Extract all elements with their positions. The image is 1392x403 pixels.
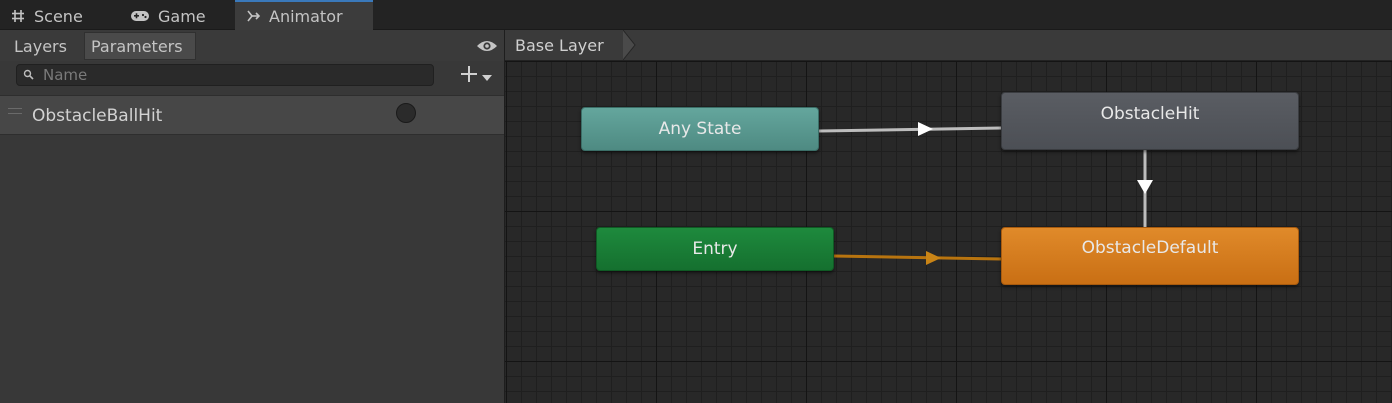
tab-animator-label: Animator	[269, 6, 343, 26]
breadcrumb-separator-icon	[623, 30, 636, 60]
transition-entry-to-obstacledefault	[833, 254, 1002, 261]
state-obstaclehit-label: ObstacleHit	[1100, 104, 1200, 124]
state-entry[interactable]: Entry	[596, 227, 834, 271]
breadcrumb-bar: Base Layer	[505, 30, 1392, 61]
state-any-state-label: Any State	[658, 119, 742, 139]
animator-graph-canvas[interactable]: Any State ObstacleHit Entry ObstacleDefa…	[505, 61, 1392, 403]
search-icon	[23, 69, 37, 81]
state-any-state[interactable]: Any State	[581, 107, 819, 151]
search-input[interactable]	[43, 66, 413, 84]
parameter-name[interactable]: ObstacleBallHit	[32, 106, 162, 126]
parameter-row[interactable]: ObstacleBallHit	[0, 95, 504, 135]
tab-scene-label: Scene	[34, 6, 83, 26]
state-obstacledefault[interactable]: ObstacleDefault	[1001, 227, 1299, 285]
state-entry-label: Entry	[692, 239, 738, 259]
window-tab-bar: Scene Game Animator	[0, 0, 1392, 30]
transition-arrow-icon	[926, 251, 941, 265]
tab-scene[interactable]: Scene	[0, 2, 112, 30]
tab-layers-label: Layers	[14, 36, 67, 56]
animator-icon	[245, 8, 261, 24]
drag-handle-icon[interactable]	[8, 108, 22, 114]
tab-parameters-label: Parameters	[91, 36, 183, 56]
tab-animator[interactable]: Animator	[235, 0, 373, 30]
state-obstacledefault-label: ObstacleDefault	[1081, 238, 1219, 258]
breadcrumb-base-layer: Base Layer	[515, 35, 604, 55]
eye-icon[interactable]	[476, 38, 498, 54]
search-field[interactable]	[16, 64, 434, 86]
trigger-toggle[interactable]	[396, 103, 416, 123]
transition-arrow-icon	[918, 122, 933, 136]
parameter-search-row	[0, 61, 504, 91]
hash-icon	[10, 8, 26, 24]
state-obstaclehit[interactable]: ObstacleHit	[1001, 92, 1299, 150]
tab-game-label: Game	[158, 6, 206, 26]
tab-layers[interactable]: Layers	[8, 32, 80, 60]
plus-icon	[460, 65, 478, 87]
breadcrumb[interactable]: Base Layer	[505, 30, 630, 60]
add-parameter-button[interactable]	[460, 65, 504, 87]
dropdown-arrow-icon	[482, 67, 492, 86]
transition-anystate-to-obstaclehit	[818, 126, 1002, 133]
tab-parameters[interactable]: Parameters	[84, 32, 196, 60]
gamepad-icon	[130, 9, 150, 23]
animator-side-panel: Layers Parameters ObstacleBallHit	[0, 30, 505, 403]
tab-game[interactable]: Game	[120, 2, 230, 30]
side-panel-tabs: Layers Parameters	[0, 30, 504, 61]
transition-arrow-icon	[1137, 180, 1153, 194]
